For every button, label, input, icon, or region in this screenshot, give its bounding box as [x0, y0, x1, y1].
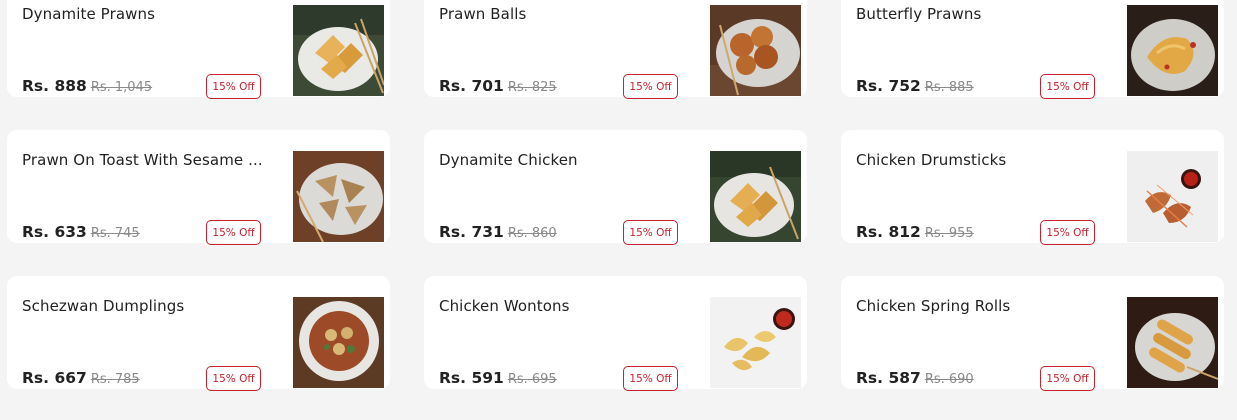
item-name: Dynamite Chicken	[439, 151, 578, 169]
item-price: Rs. 888	[22, 77, 87, 95]
discount-badge: 15% Off	[206, 220, 261, 245]
butterfly-prawns-image[interactable]	[1127, 5, 1218, 96]
item-original-price: Rs. 825	[507, 80, 557, 95]
menu-item-card[interactable]: Schezwan Dumplings Rs. 667 Rs. 785 15% O…	[7, 276, 390, 391]
item-original-price: Rs. 785	[90, 372, 140, 387]
menu-grid: Dynamite Prawns Rs. 888 Rs. 1,045 15% Of…	[7, 0, 1224, 391]
price-row: Rs. 812 Rs. 955	[856, 223, 974, 241]
discount-badge: 15% Off	[206, 74, 261, 99]
schezwan-dumplings-image[interactable]	[293, 297, 384, 388]
dynamite-prawns-image[interactable]	[293, 5, 384, 96]
discount-badge: 15% Off	[1040, 366, 1095, 391]
menu-item-card[interactable]: Dynamite Chicken Rs. 731 Rs. 860 15% Off	[424, 130, 807, 245]
item-price: Rs. 812	[856, 223, 921, 241]
price-row: Rs. 701 Rs. 825	[439, 77, 557, 95]
menu-item-card[interactable]: Dynamite Prawns Rs. 888 Rs. 1,045 15% Of…	[7, 0, 390, 99]
menu-item-card[interactable]: Butterfly Prawns Rs. 752 Rs. 885 15% Off	[841, 0, 1224, 99]
discount-badge: 15% Off	[623, 220, 678, 245]
price-row: Rs. 752 Rs. 885	[856, 77, 974, 95]
price-row: Rs. 587 Rs. 690	[856, 369, 974, 387]
item-original-price: Rs. 745	[90, 226, 140, 241]
item-name: Schezwan Dumplings	[22, 297, 185, 315]
item-price: Rs. 587	[856, 369, 921, 387]
item-name: Dynamite Prawns	[22, 5, 156, 23]
chicken-spring-rolls-image[interactable]	[1127, 297, 1218, 388]
chicken-wontons-image[interactable]	[710, 297, 801, 388]
item-original-price: Rs. 860	[507, 226, 557, 241]
item-price: Rs. 591	[439, 369, 504, 387]
chicken-drumsticks-image[interactable]	[1127, 151, 1218, 242]
item-original-price: Rs. 955	[924, 226, 974, 241]
price-row: Rs. 633 Rs. 745	[22, 223, 140, 241]
item-price: Rs. 752	[856, 77, 921, 95]
item-price: Rs. 731	[439, 223, 504, 241]
price-row: Rs. 731 Rs. 860	[439, 223, 557, 241]
item-name: Chicken Wontons	[439, 297, 570, 315]
discount-badge: 15% Off	[623, 366, 678, 391]
item-name: Butterfly Prawns	[856, 5, 982, 23]
item-price: Rs. 667	[22, 369, 87, 387]
item-price: Rs. 633	[22, 223, 87, 241]
prawn-balls-image[interactable]	[710, 5, 801, 96]
item-original-price: Rs. 885	[924, 80, 974, 95]
menu-item-card[interactable]: Prawn On Toast With Sesame ... Rs. 633 R…	[7, 130, 390, 245]
discount-badge: 15% Off	[206, 366, 261, 391]
discount-badge: 15% Off	[1040, 74, 1095, 99]
menu-item-card[interactable]: Chicken Drumsticks Rs. 812 Rs. 955 15% O…	[841, 130, 1224, 245]
menu-item-card[interactable]: Chicken Spring Rolls Rs. 587 Rs. 690 15%…	[841, 276, 1224, 391]
price-row: Rs. 591 Rs. 695	[439, 369, 557, 387]
item-name: Chicken Spring Rolls	[856, 297, 1011, 315]
menu-item-card[interactable]: Prawn Balls Rs. 701 Rs. 825 15% Off	[424, 0, 807, 99]
discount-badge: 15% Off	[623, 74, 678, 99]
item-original-price: Rs. 1,045	[90, 80, 153, 95]
item-name: Prawn On Toast With Sesame ...	[22, 151, 263, 169]
price-row: Rs. 888 Rs. 1,045	[22, 77, 152, 95]
item-original-price: Rs. 690	[924, 372, 974, 387]
discount-badge: 15% Off	[1040, 220, 1095, 245]
dynamite-chicken-image[interactable]	[710, 151, 801, 242]
prawn-toast-image[interactable]	[293, 151, 384, 242]
item-name: Prawn Balls	[439, 5, 527, 23]
item-price: Rs. 701	[439, 77, 504, 95]
item-name: Chicken Drumsticks	[856, 151, 1007, 169]
item-original-price: Rs. 695	[507, 372, 557, 387]
price-row: Rs. 667 Rs. 785	[22, 369, 140, 387]
menu-item-card[interactable]: Chicken Wontons Rs. 591 Rs. 695 15% Off	[424, 276, 807, 391]
